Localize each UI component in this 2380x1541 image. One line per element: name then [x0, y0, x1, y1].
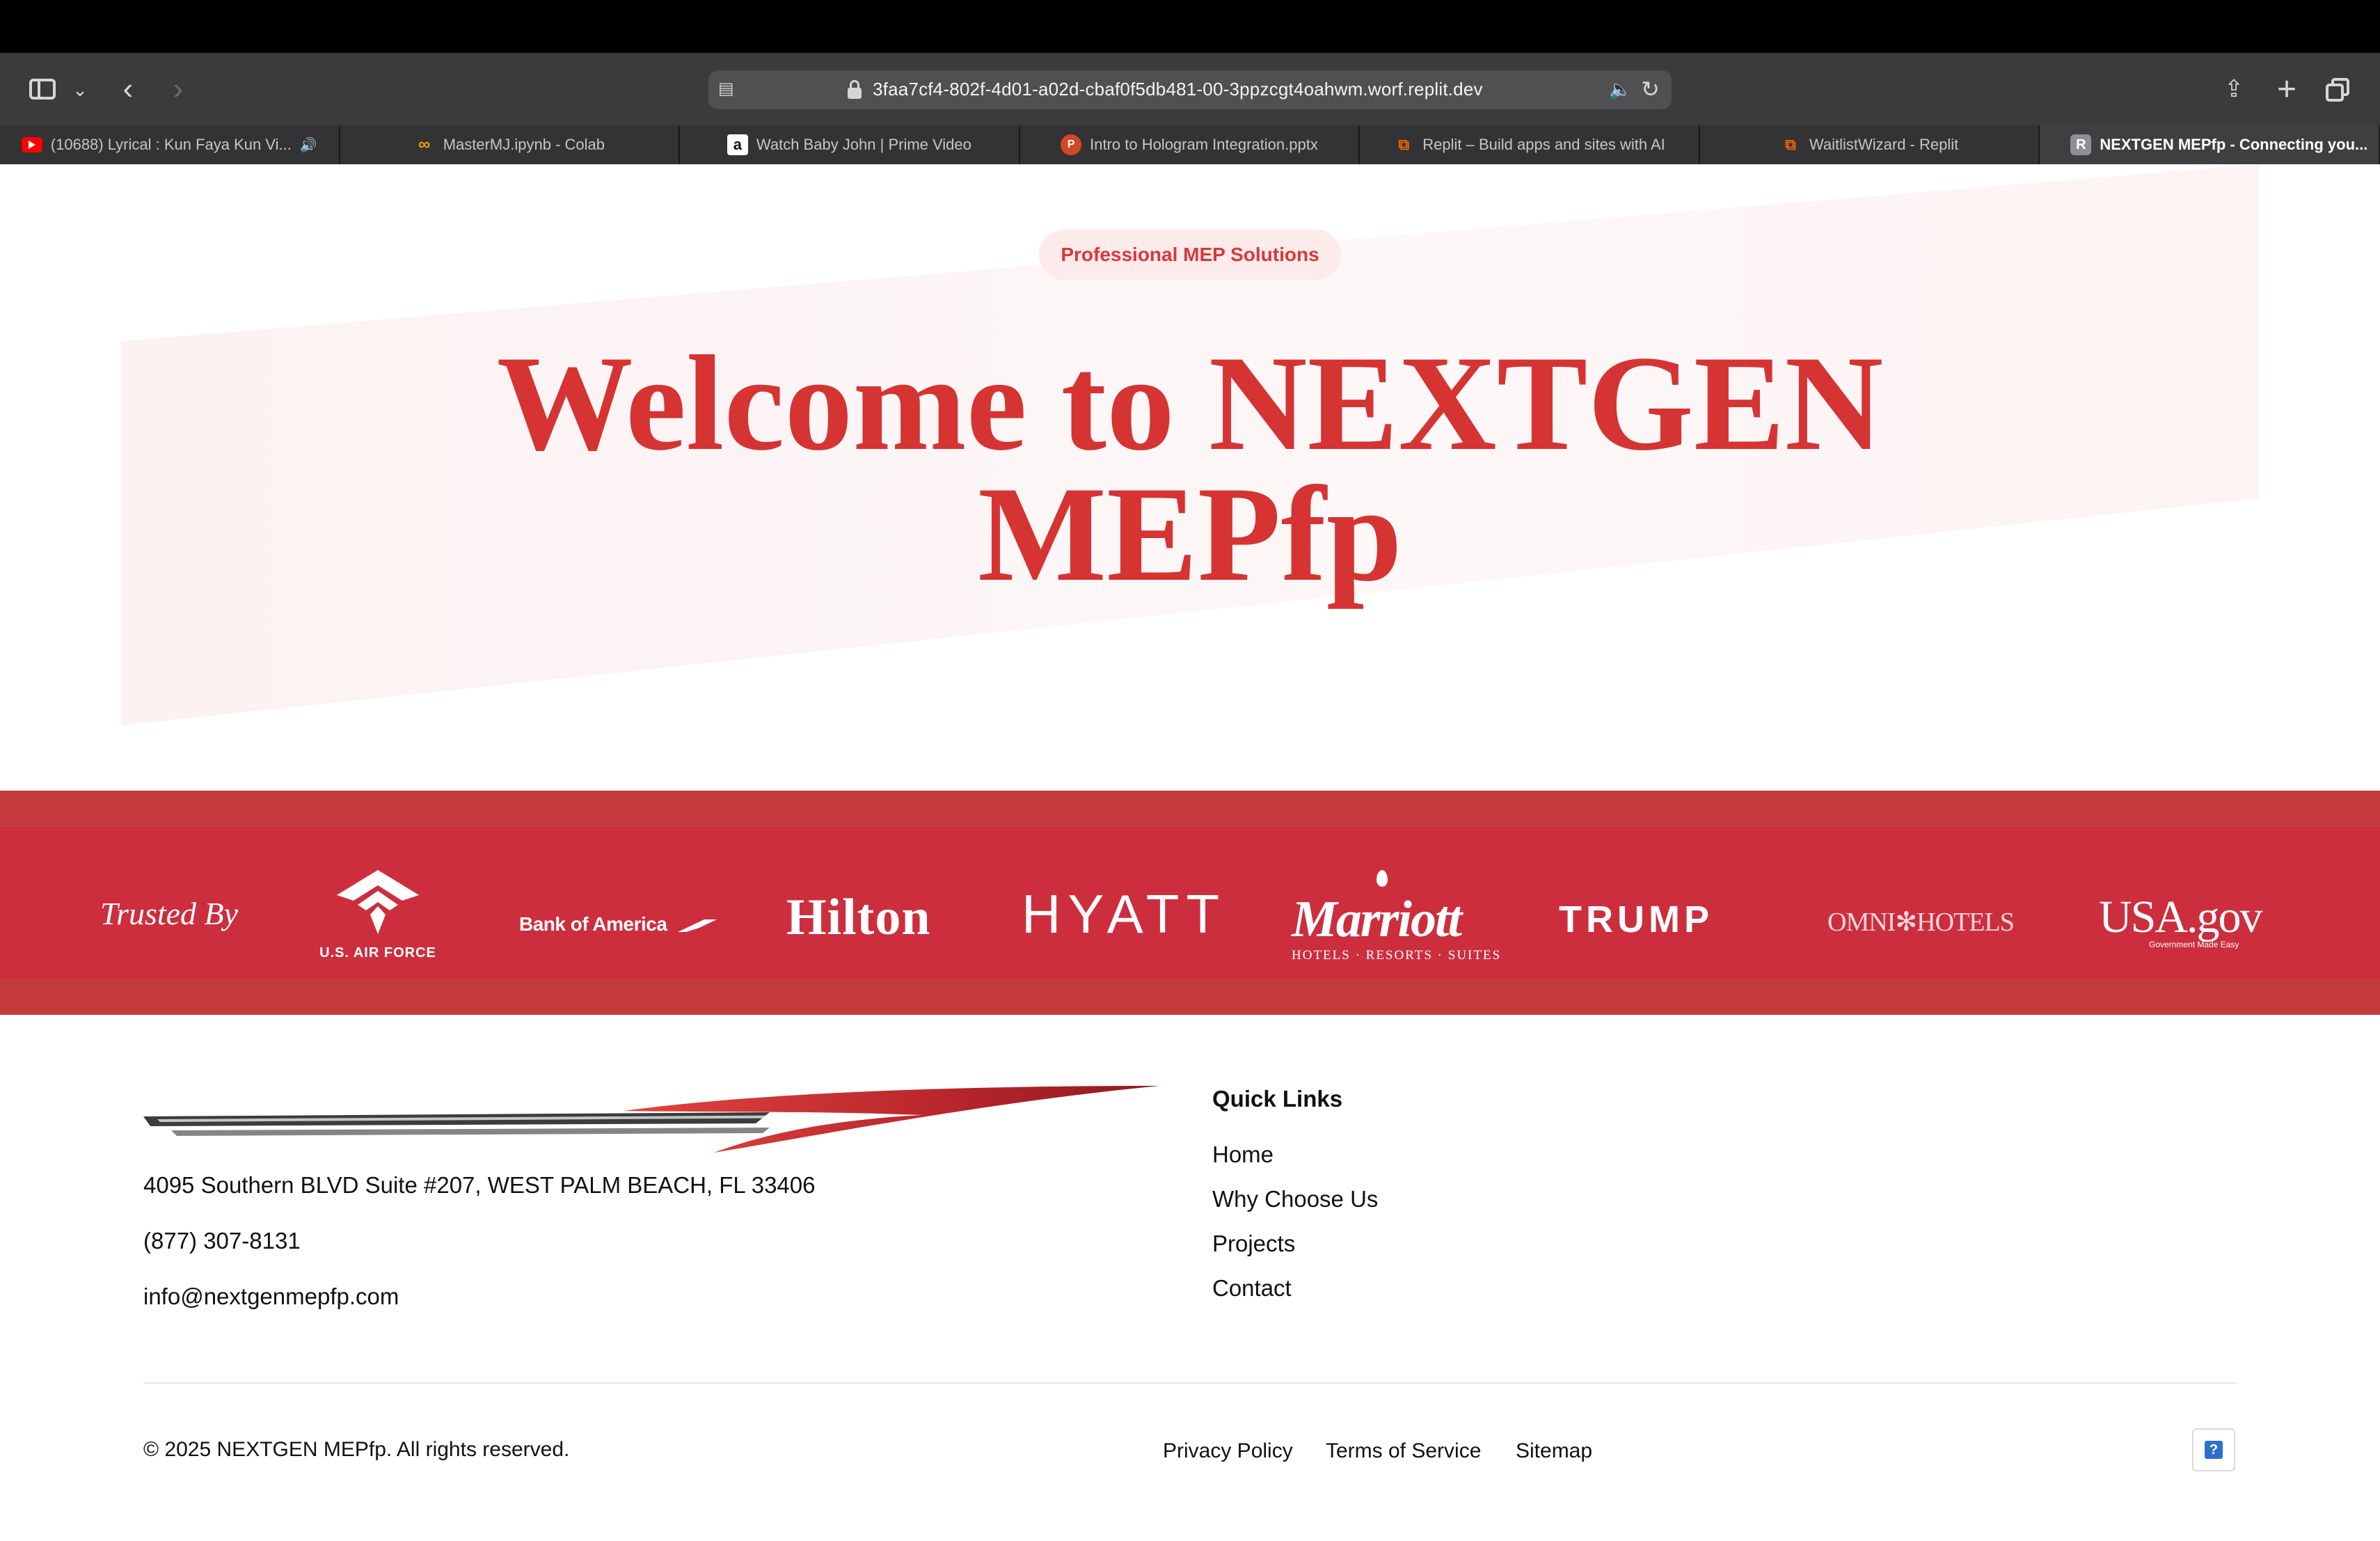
tab-label: MasterMJ.ipynb - Colab [443, 136, 605, 153]
terms-of-service-link[interactable]: Terms of Service [1326, 1439, 1481, 1463]
quick-link-home[interactable]: Home [1212, 1141, 1274, 1168]
site-footer: 4095 Southern BLVD Suite #207, WEST PALM… [0, 1015, 2380, 1541]
hero-title-line-2: MEPfp [978, 459, 1402, 610]
hero-title-line-1: Welcome to NEXTGEN [496, 328, 1884, 479]
replit-icon: ⧉ [1785, 136, 1796, 153]
speaker-icon[interactable]: 🔈 [1609, 79, 1631, 100]
address-bar[interactable]: ▤ 3faa7cf4-802f-4d01-a02d-cbaf0f5db481-0… [708, 70, 1672, 109]
page-settings-icon[interactable]: ▤ [718, 79, 739, 100]
trusted-by-label: Trusted By [100, 896, 239, 931]
r-icon: R [2070, 134, 2092, 155]
tab-youtube[interactable]: (10688) Lyrical : Kun Faya Kun Vi... 🔊 [0, 125, 340, 164]
lock-icon [846, 79, 863, 101]
tab-label: (10688) Lyrical : Kun Faya Kun Vi... [50, 136, 292, 153]
footer-divider [143, 1382, 2237, 1384]
back-button[interactable]: ‹ [114, 72, 142, 106]
speaker-icon[interactable]: 🔊 [300, 136, 317, 154]
tab-overview-icon[interactable] [2322, 71, 2355, 107]
tab-label: WaitlistWizard - Replit [1809, 136, 1959, 153]
tab-strip: (10688) Lyrical : Kun Faya Kun Vi... 🔊 ∞… [0, 125, 2380, 164]
tab-replit[interactable]: ⧉ Replit – Build apps and sites with AI [1360, 125, 1700, 164]
tab-prime-video[interactable]: a Watch Baby John | Prime Video [680, 125, 1020, 164]
hero-badge: Professional MEP Solutions [1039, 230, 1341, 280]
air-force-logo: U.S. AIR FORCE [313, 870, 443, 974]
trusted-by-band: Trusted By U.S. AIR FORCE Bank of Americ… [0, 827, 2380, 979]
url-text[interactable]: 3faa7cf4-802f-4d01-a02d-cbaf0f5db481-00-… [873, 79, 1483, 100]
privacy-policy-link[interactable]: Privacy Policy [1163, 1439, 1293, 1463]
share-icon[interactable]: ⇪ [2217, 71, 2251, 107]
usa-gov-tagline: Government Made Easy [2149, 940, 2239, 949]
copyright-text: © 2025 NEXTGEN MEPfp. All rights reserve… [143, 1438, 570, 1461]
tab-nextgen-active[interactable]: R NEXTGEN MEPfp - Connecting you... [2040, 125, 2380, 164]
air-force-text: U.S. AIR FORCE [319, 945, 436, 961]
browser-toolbar: ⌄ ‹ › ▤ 3faa7cf4-802f-4d01-a02d-cbaf0f5d… [0, 53, 2380, 125]
trusted-by-section: Trusted By U.S. AIR FORCE Bank of Americ… [0, 791, 2380, 1015]
quick-link-projects[interactable]: Projects [1212, 1231, 1295, 1257]
company-phone[interactable]: (877) 307-8131 [143, 1228, 301, 1254]
company-email[interactable]: info@nextgenmepfp.com [143, 1283, 399, 1310]
quick-link-contact[interactable]: Contact [1212, 1275, 1292, 1302]
help-button[interactable]: ? [2192, 1428, 2235, 1471]
sitemap-link[interactable]: Sitemap [1516, 1439, 1592, 1463]
marriott-text: Marriott [1292, 891, 1462, 948]
tab-colab[interactable]: ∞ MasterMJ.ipynb - Colab [340, 125, 681, 164]
new-tab-button[interactable]: + [2270, 71, 2303, 108]
hilton-logo: Hilton [786, 889, 931, 946]
quick-links-title: Quick Links [1212, 1086, 1343, 1112]
bank-of-america-flag-icon [677, 919, 717, 932]
powerpoint-icon: P [1061, 134, 1082, 155]
company-address: 4095 Southern BLVD Suite #207, WEST PALM… [143, 1172, 816, 1198]
youtube-icon [21, 137, 42, 152]
tab-waitlistwizard[interactable]: ⧉ WaitlistWizard - Replit [1699, 125, 2040, 164]
sidebar-toggle-icon[interactable] [25, 74, 60, 104]
tab-label: Watch Baby John | Prime Video [756, 136, 971, 153]
tab-label: Intro to Hologram Integration.pptx [1090, 136, 1318, 153]
tab-label: NEXTGEN MEPfp - Connecting you... [2100, 136, 2368, 153]
tab-label: Replit – Build apps and sites with AI [1422, 136, 1665, 153]
help-icon: ? [2205, 1441, 2223, 1459]
nextgen-logo [143, 1086, 1159, 1153]
reload-icon[interactable]: ↻ [1641, 76, 1660, 102]
hero-title: Welcome to NEXTGEN MEPfp [0, 328, 2380, 610]
usa-gov-logo: USA.gov Government Made Easy [2099, 891, 2263, 949]
omni-hotels-logo: OMNI✻HOTELS [1827, 908, 2015, 937]
colab-icon: ∞ [418, 135, 431, 154]
tab-powerpoint[interactable]: P Intro to Hologram Integration.pptx [1020, 125, 1360, 164]
bank-of-america-text: Bank of America [519, 913, 667, 935]
bank-of-america-logo: Bank of America [519, 913, 718, 935]
hyatt-logo: HYATT [1022, 883, 1227, 945]
chevron-down-icon[interactable]: ⌄ [68, 78, 92, 102]
trump-logo: TRUMP [1559, 899, 1713, 940]
marriott-logo: Marriott HOTELS · RESORTS · SUITES [1292, 870, 1502, 963]
marriott-subtext: HOTELS · RESORTS · SUITES [1292, 948, 1502, 963]
amazon-icon: a [727, 134, 748, 155]
forward-button[interactable]: › [164, 72, 192, 106]
quick-link-why-choose-us[interactable]: Why Choose Us [1212, 1186, 1378, 1212]
air-force-wings-icon [337, 870, 419, 934]
system-menu-bar [0, 0, 2380, 53]
replit-icon: ⧉ [1398, 136, 1410, 153]
hero-section: Professional MEP Solutions Welcome to NE… [0, 164, 2380, 791]
marriott-drop-icon [1377, 870, 1388, 887]
usa-gov-text: USA.gov [2099, 892, 2263, 942]
